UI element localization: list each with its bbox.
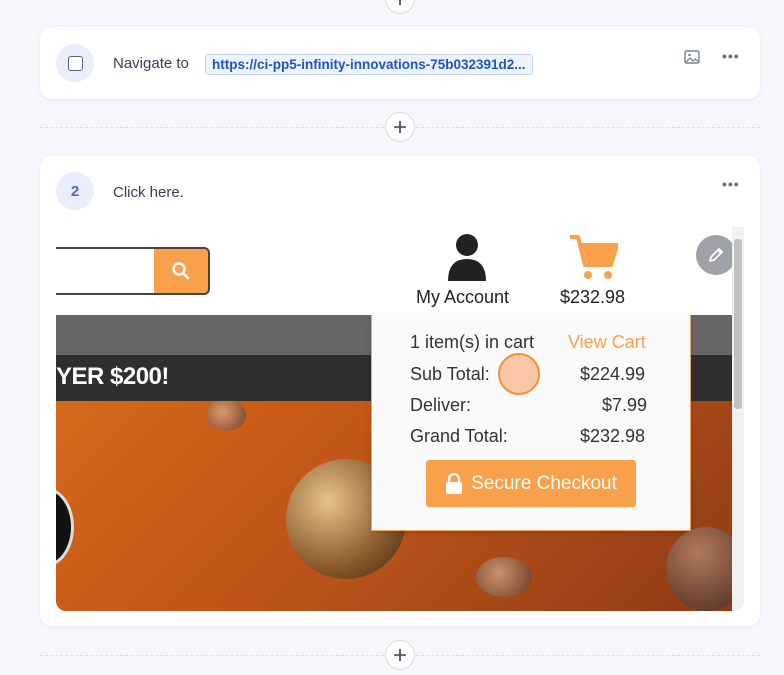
secure-checkout-button[interactable]: Secure Checkout bbox=[426, 460, 636, 507]
more-icon[interactable]: ••• bbox=[722, 176, 740, 192]
cart-total[interactable]: $232.98 bbox=[560, 287, 625, 308]
my-account-link[interactable]: My Account bbox=[416, 287, 509, 308]
planet-decoration bbox=[206, 399, 246, 431]
view-cart-link[interactable]: View Cart bbox=[568, 332, 646, 353]
more-icon[interactable]: ••• bbox=[722, 48, 740, 64]
search-button[interactable] bbox=[154, 247, 210, 295]
promo-text: YER $200! bbox=[56, 363, 169, 390]
step-instruction[interactable]: Click here. bbox=[113, 184, 184, 201]
checkout-label: Secure Checkout bbox=[471, 472, 617, 494]
click-target-indicator bbox=[498, 353, 540, 395]
subtotal-label: Sub Total: bbox=[410, 364, 490, 384]
step-checkbox-badge bbox=[56, 44, 94, 82]
image-icon[interactable] bbox=[684, 49, 700, 65]
add-step-button[interactable] bbox=[385, 640, 415, 670]
scrollbar-thumb[interactable] bbox=[734, 239, 742, 409]
delivery-value: $7.99 bbox=[602, 395, 648, 415]
navigate-label: Navigate to bbox=[113, 55, 189, 72]
edit-step-button[interactable] bbox=[696, 235, 736, 275]
step-number: 2 bbox=[70, 182, 80, 200]
plus-icon bbox=[399, 0, 401, 5]
step-number-badge: 2 bbox=[56, 172, 94, 210]
plus-icon bbox=[394, 649, 406, 661]
add-step-button-top[interactable] bbox=[385, 0, 415, 14]
subtotal-value: $224.99 bbox=[580, 364, 646, 384]
lock-icon bbox=[446, 472, 463, 494]
pencil-icon bbox=[709, 248, 723, 262]
cart-icon[interactable] bbox=[568, 233, 618, 281]
planet-decoration bbox=[476, 557, 532, 597]
delivery-label: Deliver: bbox=[410, 395, 472, 415]
screenshot-scrollbar[interactable] bbox=[732, 227, 744, 611]
step-card-navigate: Navigate to https://ci-pp5-infinity-inno… bbox=[40, 27, 760, 99]
user-icon[interactable] bbox=[445, 231, 489, 281]
add-step-button[interactable] bbox=[385, 112, 415, 142]
cart-item-count: 1 item(s) in cart bbox=[410, 332, 535, 352]
grand-total-value: $232.98 bbox=[580, 426, 646, 446]
grand-total-label: Grand Total: bbox=[410, 426, 508, 446]
plus-icon bbox=[394, 121, 406, 133]
step-checkbox[interactable] bbox=[67, 55, 83, 71]
search-icon bbox=[172, 262, 190, 280]
navigate-url-link[interactable]: https://ci-pp5-infinity-innovations-75b0… bbox=[205, 54, 533, 75]
step-screenshot: YER $200! My Account $232.98 1 item(s) i… bbox=[56, 227, 744, 611]
